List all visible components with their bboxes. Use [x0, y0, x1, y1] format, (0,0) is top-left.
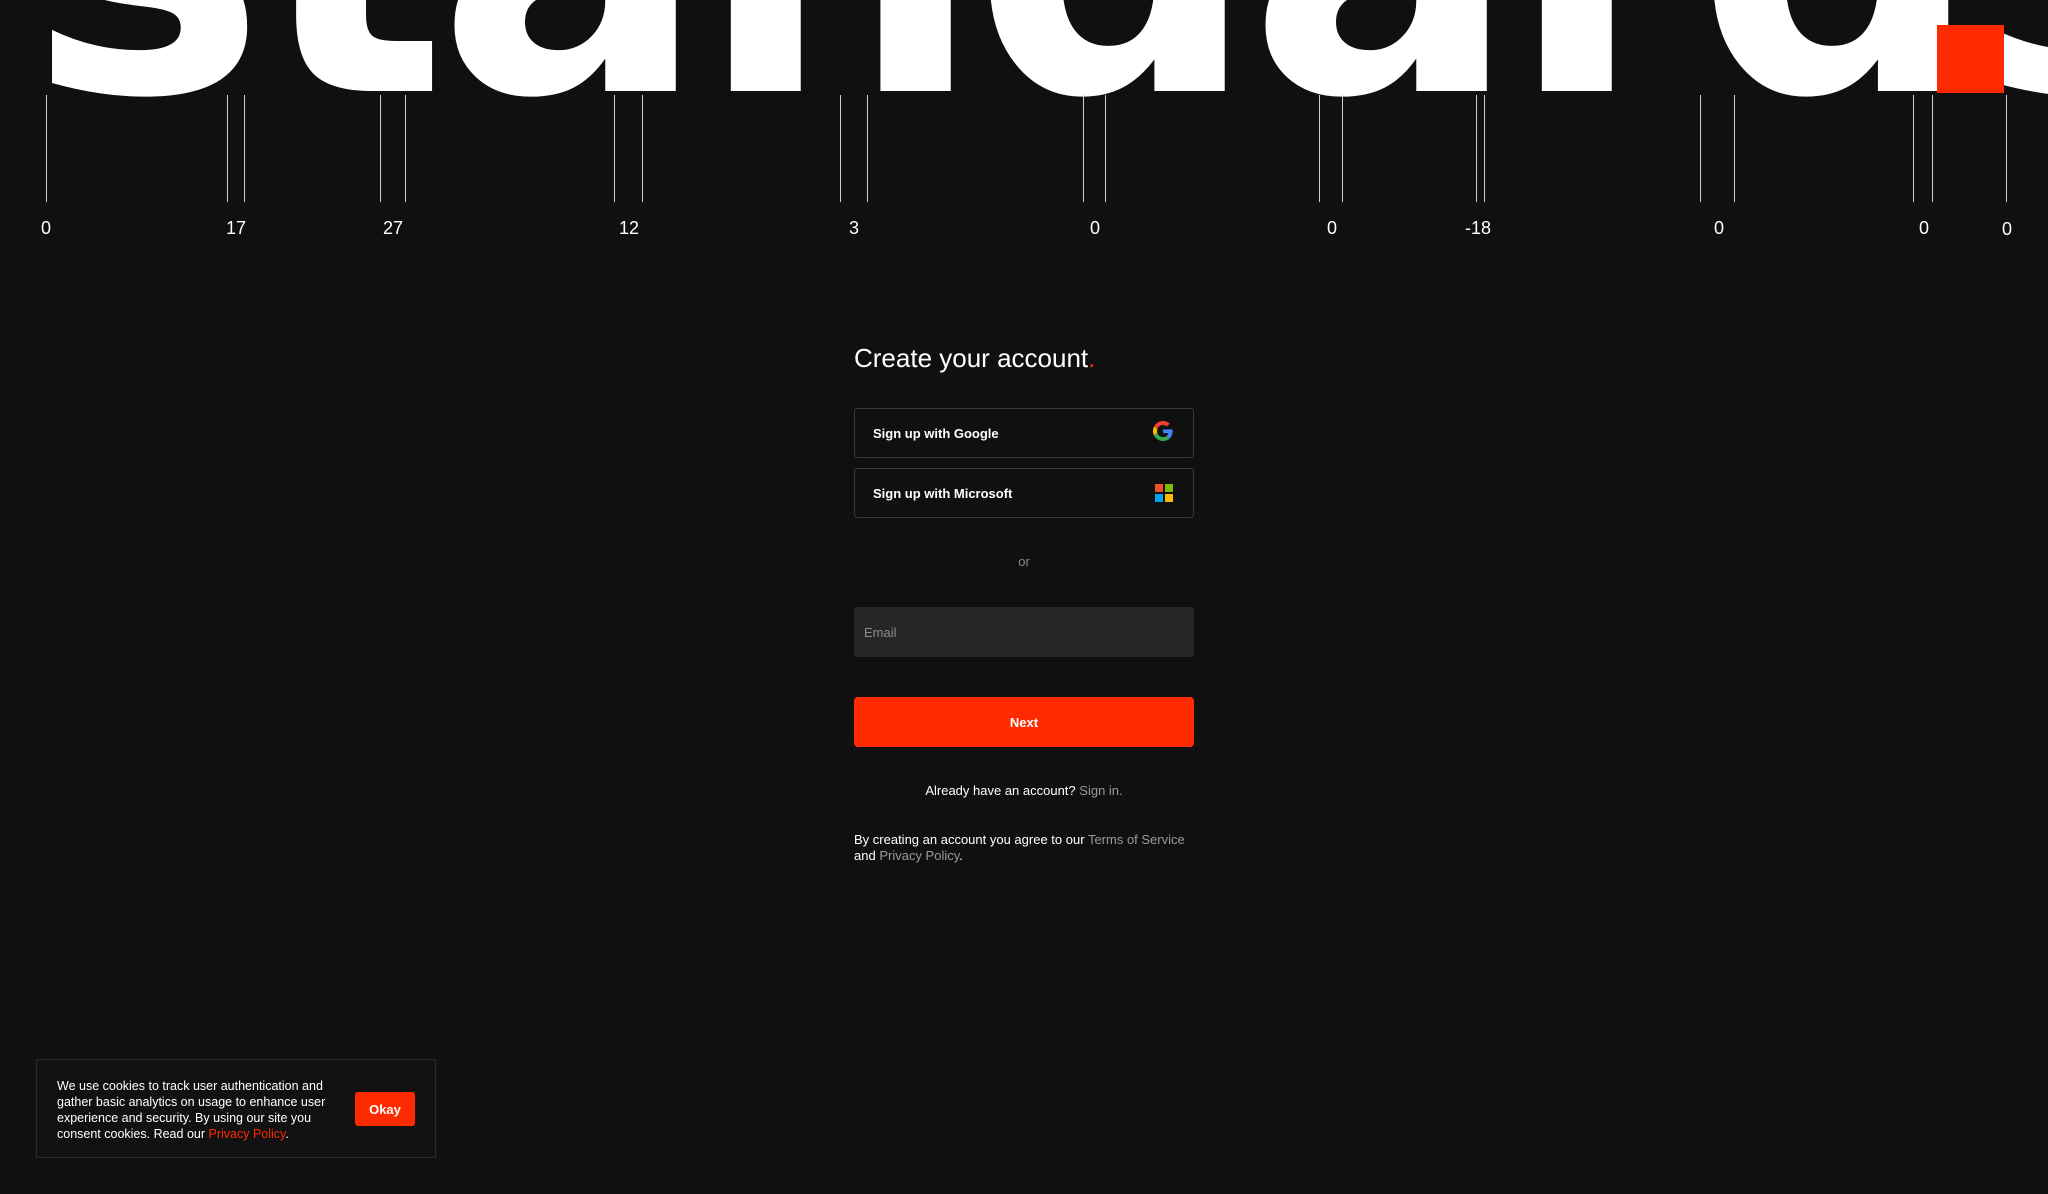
- page-title: Create your account.: [854, 340, 1194, 376]
- hero-wordmark: standards: [28, 0, 2048, 154]
- have-account-text: Already have an account?: [925, 783, 1076, 798]
- ruler-tick: [642, 95, 643, 202]
- hero-accent-square: [1937, 25, 2004, 93]
- ruler-tick: [227, 95, 228, 202]
- ruler-label: 12: [618, 218, 640, 238]
- ruler-tick: [867, 95, 868, 202]
- cookie-text-end: .: [285, 1127, 289, 1141]
- okay-button[interactable]: Okay: [355, 1092, 415, 1126]
- sign-in-link[interactable]: Sign in.: [1079, 783, 1122, 798]
- microsoft-icon-red: [1155, 484, 1163, 492]
- terms-end: .: [959, 848, 963, 863]
- ruler-tick: [1734, 95, 1735, 202]
- cookie-privacy-policy-link[interactable]: Privacy Policy: [209, 1127, 286, 1141]
- cookie-message: We use cookies to track user authenticat…: [57, 1078, 357, 1142]
- terms-prefix: By creating an account you agree to our: [854, 832, 1085, 847]
- google-button-label: Sign up with Google: [873, 425, 999, 441]
- terms-of-service-link[interactable]: Terms of Service: [1088, 832, 1185, 847]
- microsoft-icon-yellow: [1165, 494, 1173, 502]
- ruler-tick: [1932, 95, 1933, 202]
- ruler-tick: [1342, 95, 1343, 202]
- ruler-tick: [1319, 95, 1320, 202]
- ruler-label: 0: [1918, 218, 1930, 238]
- ruler-tick: [1484, 95, 1485, 202]
- email-field[interactable]: [854, 607, 1194, 657]
- privacy-policy-link[interactable]: Privacy Policy: [879, 848, 959, 863]
- ruler-tick: [380, 95, 381, 202]
- ruler-tick: [405, 95, 406, 202]
- ruler-tick: [1700, 95, 1701, 202]
- ruler-tick: [1913, 95, 1914, 202]
- ruler-tick: [840, 95, 841, 202]
- ruler-label: 0: [1326, 218, 1338, 238]
- ruler-label: -18: [1464, 218, 1492, 238]
- ruler-label: 17: [225, 218, 247, 238]
- title-accent-dot: .: [1088, 343, 1096, 373]
- page-title-text: Create your account: [854, 343, 1089, 373]
- or-divider: or: [1018, 554, 1030, 569]
- cookie-banner: We use cookies to track user authenticat…: [36, 1059, 436, 1158]
- next-button[interactable]: Next: [854, 697, 1194, 747]
- terms-notice: By creating an account you agree to our …: [854, 832, 1194, 864]
- microsoft-button-label: Sign up with Microsoft: [873, 485, 1013, 501]
- microsoft-icon: [1155, 484, 1173, 502]
- ruler-tick: [1083, 95, 1084, 202]
- ruler-tick: [1105, 95, 1106, 202]
- sign-in-prompt: Already have an account? Sign in.: [854, 783, 1194, 798]
- ruler-tick: [46, 95, 47, 202]
- microsoft-icon-blue: [1155, 494, 1163, 502]
- signup-panel: Create your account. Sign up with Google…: [854, 340, 1194, 863]
- ruler-label: 0: [1089, 218, 1101, 238]
- ruler-label: 0: [1713, 218, 1725, 238]
- sign-up-with-microsoft-button[interactable]: Sign up with Microsoft: [854, 468, 1194, 518]
- ruler-tick: [244, 95, 245, 202]
- ruler-tick: [1476, 95, 1477, 202]
- terms-and: and: [854, 848, 876, 863]
- page: standards 0 17 27 12: [0, 0, 2048, 1194]
- ruler-label: 0: [2001, 219, 2013, 239]
- sign-up-with-google-button[interactable]: Sign up with Google: [854, 408, 1194, 458]
- microsoft-icon-green: [1165, 484, 1173, 492]
- ruler-label: 27: [382, 218, 404, 238]
- ruler-tick: [614, 95, 615, 202]
- ruler-tick: [2006, 95, 2007, 202]
- google-icon: [1153, 420, 1173, 446]
- ruler-label: 3: [848, 218, 860, 238]
- ruler-label: 0: [40, 218, 52, 238]
- hero-wordmark-area: standards 0 17 27 12: [0, 0, 2048, 240]
